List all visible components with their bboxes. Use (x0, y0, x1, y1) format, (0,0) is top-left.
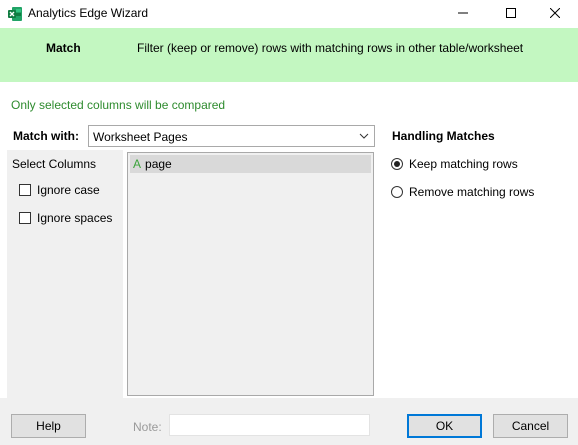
select-columns-label: Select Columns (12, 157, 97, 171)
excel-icon (7, 6, 23, 22)
text-type-icon: A (133, 157, 142, 171)
close-button[interactable] (532, 0, 578, 28)
remove-matching-label: Remove matching rows (409, 185, 535, 199)
remove-matching-radio[interactable]: Remove matching rows (391, 184, 534, 200)
maximize-icon (506, 7, 516, 21)
note-label: Note: (133, 420, 162, 434)
minimize-button[interactable] (440, 0, 486, 28)
keep-matching-radio[interactable]: Keep matching rows (391, 156, 518, 172)
handling-matches-title: Handling Matches (392, 129, 495, 143)
checkbox-box[interactable] (19, 184, 31, 196)
maximize-button[interactable] (488, 0, 534, 28)
close-icon (549, 7, 561, 21)
minimize-icon (458, 7, 468, 21)
ignore-case-label: Ignore case (37, 183, 100, 197)
match-with-dropdown[interactable]: Worksheet Pages (88, 125, 375, 147)
ignore-case-checkbox[interactable]: Ignore case (19, 182, 100, 198)
help-button[interactable]: Help (11, 414, 86, 438)
ok-button[interactable]: OK (407, 414, 482, 438)
column-name: page (145, 157, 172, 171)
checkbox-box[interactable] (19, 212, 31, 224)
note-input[interactable] (169, 414, 370, 436)
radio-button[interactable] (391, 158, 403, 170)
keep-matching-label: Keep matching rows (409, 157, 518, 171)
radio-button[interactable] (391, 186, 403, 198)
cancel-button[interactable]: Cancel (493, 414, 568, 438)
columns-listbox[interactable]: A page (127, 152, 374, 396)
hint-text: Only selected columns will be compared (11, 98, 226, 112)
window-title: Analytics Edge Wizard (28, 6, 149, 20)
ignore-spaces-label: Ignore spaces (37, 211, 113, 225)
match-with-value: Worksheet Pages (93, 130, 188, 144)
chevron-down-icon (359, 129, 369, 143)
step-description: Filter (keep or remove) rows with matchi… (137, 41, 524, 55)
radio-selected-dot (394, 161, 400, 167)
ignore-spaces-checkbox[interactable]: Ignore spaces (19, 210, 112, 226)
list-item[interactable]: A page (130, 155, 371, 173)
step-header (0, 28, 578, 82)
match-with-label: Match with: (13, 129, 79, 143)
step-name: Match (46, 41, 81, 55)
